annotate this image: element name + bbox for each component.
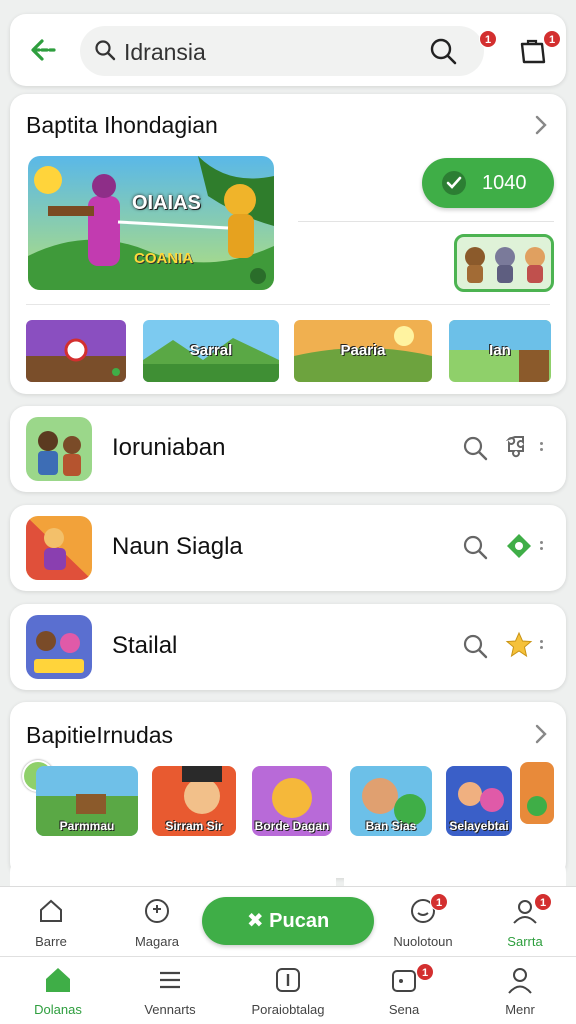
recommended-item[interactable]: Ban Sias [350, 766, 432, 836]
nav-label: Sena [388, 1002, 420, 1017]
action-label: Nuolotoun [393, 934, 453, 949]
recommended-item[interactable]: Sirram Sir [152, 766, 236, 836]
search-button-icon[interactable] [428, 36, 458, 66]
recommended-section: BapitieIrnudas Parmmau Sirram Sir Borde … [10, 702, 566, 878]
app-icon [26, 417, 92, 481]
home-icon [46, 968, 70, 992]
item-label: Ban Sias [365, 819, 417, 833]
nav-label: Dolanas [34, 1002, 82, 1017]
chevron-right-icon[interactable] [534, 723, 548, 745]
list-item[interactable]: Naun Siagla [10, 505, 566, 591]
notification-badge: 1 [479, 30, 497, 48]
nav-label: Menr [505, 1002, 535, 1017]
action-sarrta[interactable]: 1 Sarrta [480, 893, 570, 949]
item-title: Naun Siagla [112, 533, 243, 560]
search-icon [95, 40, 116, 61]
section-title: BapitieIrnudas [26, 722, 174, 748]
nav-item-menr[interactable]: Menr [470, 965, 570, 1017]
action-label: Magara [134, 934, 180, 949]
action-magara[interactable]: Magara [112, 897, 202, 949]
thumbnail[interactable] [26, 320, 126, 382]
action-bar: Barre Magara ✖ Pucan 1 Nuolotoun 1 Sarrt… [0, 886, 576, 956]
recommended-item[interactable]: Parmmau [36, 766, 138, 836]
banner-title: OIAIAS [132, 192, 201, 214]
nav-label: Vennarts [144, 1002, 196, 1017]
chevron-right-icon[interactable] [534, 114, 548, 136]
check-icon [442, 171, 466, 195]
check-icon [527, 796, 547, 816]
item-title: Ioruniaban [112, 434, 226, 461]
more-icon[interactable] [540, 541, 544, 555]
notification-badge: 1 [430, 893, 448, 911]
thumbnail[interactable]: Ian [449, 320, 551, 382]
nav-item-poraiobtalag[interactable]: Poraiobtalag [238, 965, 338, 1017]
more-icon[interactable] [540, 442, 544, 456]
nav-item-home[interactable]: Dolanas [8, 965, 108, 1017]
characters-art [465, 247, 545, 283]
gamepad-icon [145, 899, 169, 923]
search-icon[interactable] [462, 435, 488, 461]
thumbnail-label: Sarral [189, 342, 233, 359]
thumbnail-label: Paaria [340, 342, 386, 359]
action-label: Sarrta [507, 934, 543, 949]
action-home[interactable]: Barre [6, 897, 96, 949]
banner-art [28, 156, 274, 290]
item-label: Parmmau [59, 819, 115, 833]
more-icon[interactable] [540, 640, 544, 654]
bag-badge: 1 [543, 30, 561, 48]
list-item[interactable]: Stailal [10, 604, 566, 690]
app-icon [26, 516, 92, 580]
item-label: Selayebtai [449, 819, 509, 833]
nav-label: Poraiobtalag [251, 1002, 325, 1017]
search-bar[interactable]: Idransia [80, 26, 484, 76]
item-label: Sirram Sir [165, 819, 223, 833]
star-icon[interactable] [505, 631, 533, 659]
thumbnail[interactable]: Paaria [294, 320, 432, 382]
notification-badge: 1 [416, 963, 434, 981]
app-icon [26, 615, 92, 679]
divider [298, 221, 554, 222]
recommended-item[interactable]: Borde Dagan [252, 766, 332, 836]
search-icon[interactable] [462, 633, 488, 659]
item-title: Stailal [112, 632, 178, 659]
thumbnail-art [26, 320, 126, 382]
home-icon [40, 899, 62, 922]
info-icon [276, 968, 300, 992]
points-value: 1040 [482, 172, 527, 194]
list-item[interactable]: Ioruniaban [10, 406, 566, 492]
gem-icon[interactable] [505, 532, 533, 560]
item-label: Borde Dagan [254, 819, 330, 833]
featured-thumbnails: Sarral Paaria Ian [26, 320, 556, 382]
recommended-item[interactable]: Selayebtai [446, 766, 512, 836]
points-button[interactable]: 1040 [422, 158, 554, 208]
puzzle-icon[interactable] [505, 433, 533, 461]
section-title: Baptita Ihondagian [26, 112, 218, 138]
nav-item-vennarts[interactable]: Vennarts [120, 965, 220, 1017]
top-bar: Idransia 1 1 [10, 14, 566, 86]
game-icon [392, 970, 416, 992]
nav-item-sena[interactable]: 1 Sena [354, 963, 454, 1017]
thumbnail-label: Ian [489, 342, 511, 359]
characters-card[interactable] [454, 234, 554, 292]
featured-banner[interactable]: OIAIAS COANIA [28, 156, 274, 290]
banner-subtitle: COANIA [134, 250, 194, 267]
thumbnail[interactable]: Sarral [143, 320, 279, 382]
action-label: Barre [35, 934, 67, 949]
action-notifications[interactable]: 1 Nuolotoun [378, 893, 468, 949]
search-input[interactable]: Idransia [124, 39, 206, 66]
list-icon [160, 971, 180, 989]
recommended-item-partial[interactable] [520, 762, 554, 824]
primary-action-button[interactable]: ✖ Pucan [202, 897, 374, 945]
back-arrow-icon[interactable] [28, 36, 58, 64]
user-icon [508, 968, 532, 994]
search-icon[interactable] [462, 534, 488, 560]
featured-section: Baptita Ihondagian OIAIAS COANIA 1040 Sa… [10, 94, 566, 394]
notification-badge: 1 [534, 893, 552, 911]
divider [26, 304, 550, 305]
bottom-nav: Dolanas Vennarts Poraiobtalag 1 Sena Men… [0, 956, 576, 1024]
